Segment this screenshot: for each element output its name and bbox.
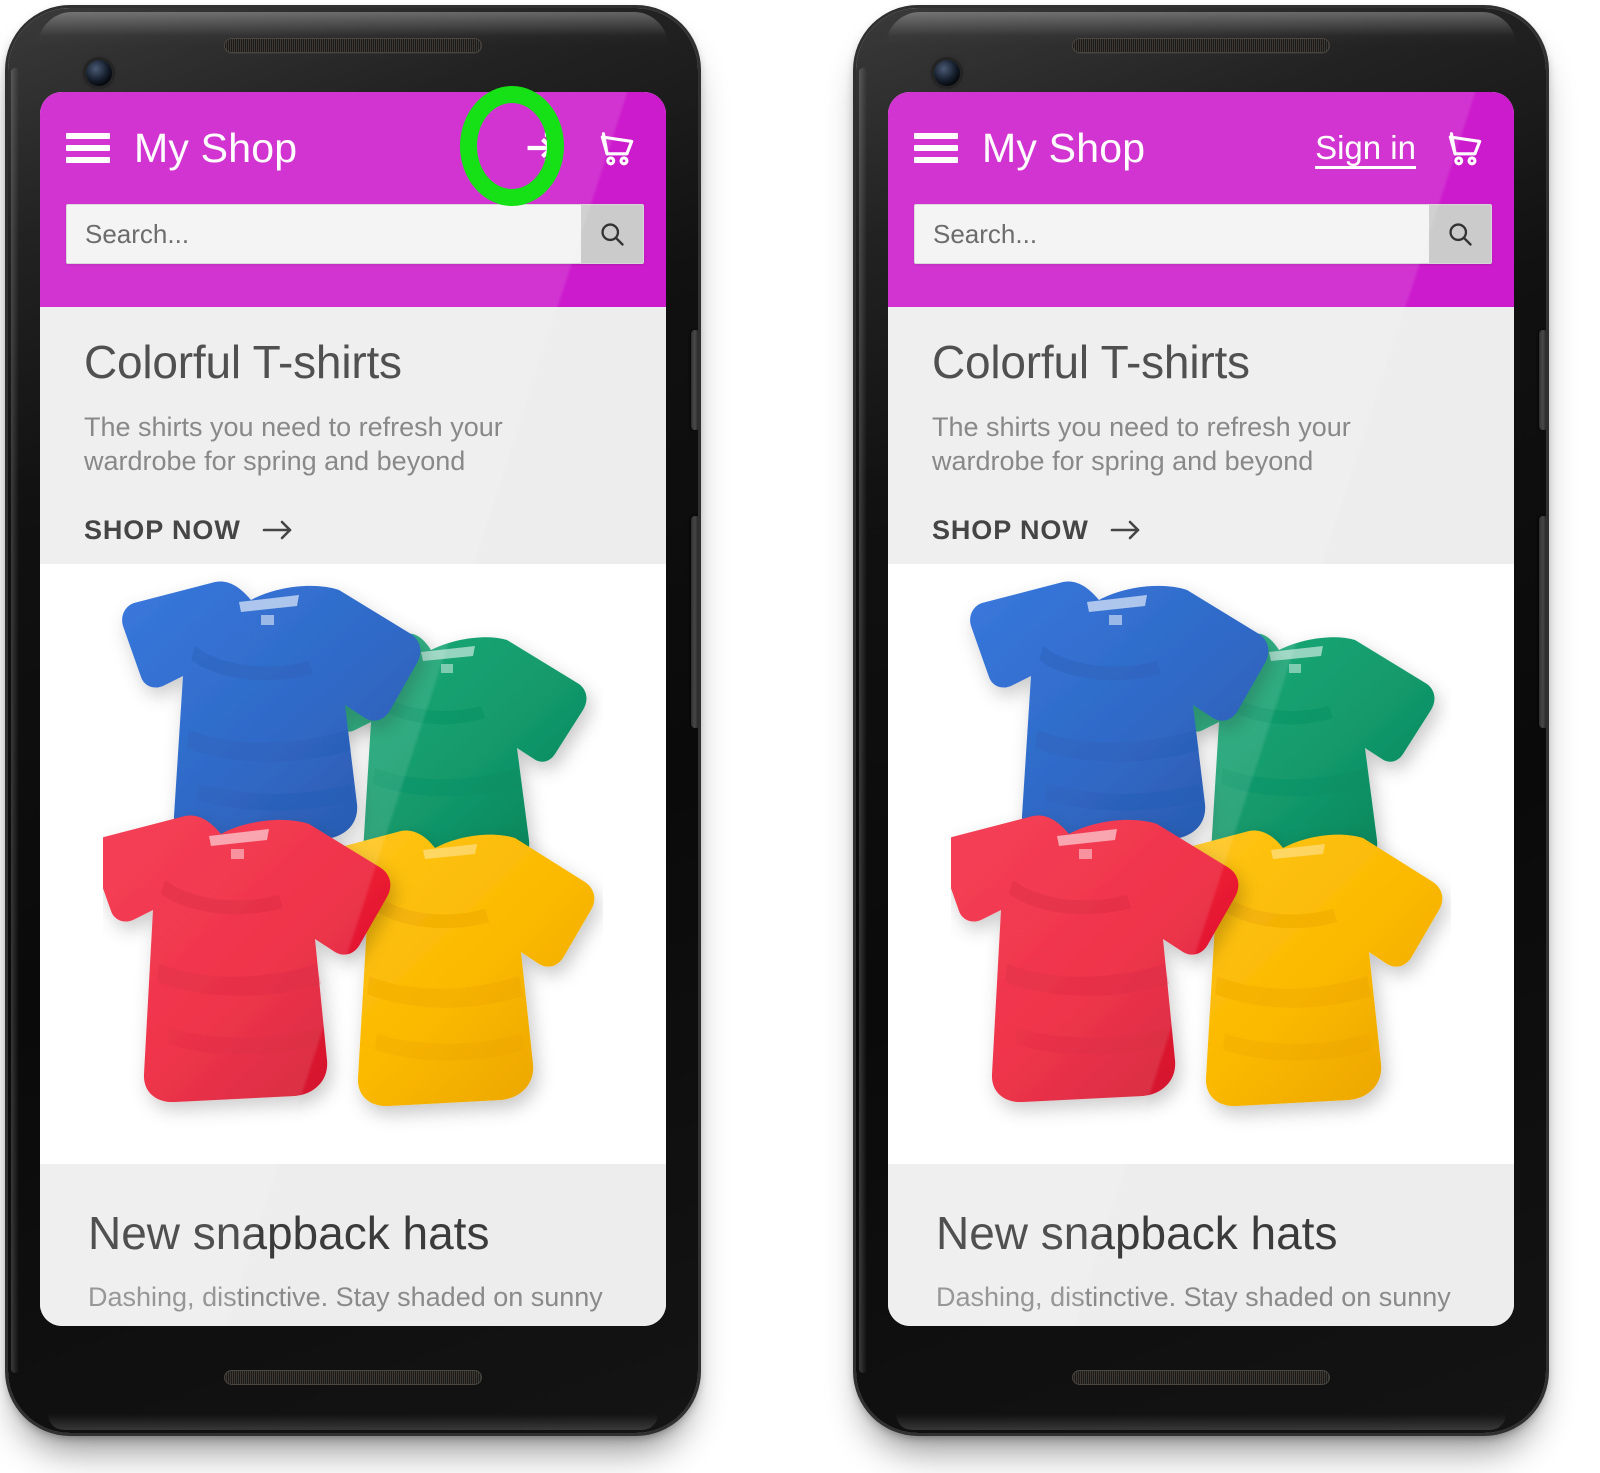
app-title: My Shop xyxy=(982,124,1146,171)
app-title: My Shop xyxy=(134,124,298,171)
power-button[interactable] xyxy=(691,330,698,430)
page-content: Colorful T-shirts The shirts you need to… xyxy=(888,307,1514,1326)
hero-subtitle: The shirts you need to refresh your ward… xyxy=(932,412,1351,476)
search-input[interactable] xyxy=(67,205,581,263)
phone-rim-side-highlight xyxy=(859,68,867,1373)
search-submit-button[interactable] xyxy=(581,205,643,263)
search-submit-button[interactable] xyxy=(1429,205,1491,263)
shop-now-button[interactable]: SHOP NOW xyxy=(888,479,1514,546)
app-bar-actions xyxy=(522,125,644,171)
page-title: Colorful T-shirts xyxy=(932,336,1250,388)
hamburger-menu-icon[interactable] xyxy=(66,133,110,163)
front-camera-icon xyxy=(934,60,960,86)
app-bar: My Shop xyxy=(40,92,666,307)
hero-subtitle: The shirts you need to refresh your ward… xyxy=(84,412,503,476)
shopping-cart-icon[interactable] xyxy=(594,125,640,171)
phone-rim-bottom-highlight xyxy=(896,1414,1506,1430)
search-row xyxy=(40,204,666,264)
phone-screen-right: My Shop Sign in Search... Colorful T-shi… xyxy=(888,92,1514,1326)
hamburger-menu-icon[interactable] xyxy=(914,133,958,163)
secondary-subtitle: Dashing, distinctive. Stay shaded on sun… xyxy=(936,1281,1451,1312)
phone-rim-side-highlight xyxy=(11,68,19,1373)
secondary-title: New snapback hats xyxy=(936,1206,1338,1259)
login-arrow-icon[interactable] xyxy=(522,125,568,171)
hero-product-image xyxy=(888,563,1514,1164)
search-input[interactable] xyxy=(915,205,1429,263)
secondary-title: New snapback hats xyxy=(88,1206,490,1259)
phone-device-right: My Shop Sign in Search... Colorful T-shi… xyxy=(856,8,1546,1433)
page-title: Colorful T-shirts xyxy=(84,336,402,388)
hero-section: Colorful T-shirts The shirts you need to… xyxy=(40,307,666,546)
earpiece-speaker-grille xyxy=(1072,38,1330,53)
volume-rocker-button[interactable] xyxy=(691,516,698,728)
phone-rim-bottom-highlight xyxy=(48,1414,658,1430)
tshirts-photo xyxy=(951,580,1443,1106)
app-bar: My Shop Sign in xyxy=(888,92,1514,307)
app-bar-row: My Shop Sign in xyxy=(888,92,1514,204)
shop-now-button[interactable]: SHOP NOW xyxy=(40,479,666,546)
secondary-section: New snapback hats Dashing, distinctive. … xyxy=(888,1163,1514,1313)
earpiece-speaker-grille xyxy=(224,38,482,53)
power-button[interactable] xyxy=(1539,330,1546,430)
hero-section: Colorful T-shirts The shirts you need to… xyxy=(888,307,1514,546)
phone-device-left: My Shop Search... Colorful T-shirts The … xyxy=(8,8,698,1433)
arrow-right-icon xyxy=(1110,520,1140,540)
page-content: Colorful T-shirts The shirts you need to… xyxy=(40,307,666,1326)
volume-rocker-button[interactable] xyxy=(1539,516,1546,728)
bottom-speaker-grille xyxy=(1072,1370,1330,1385)
comparison-stage: My Shop Search... Colorful T-shirts The … xyxy=(0,0,1600,1473)
phone-screen-left: My Shop Search... Colorful T-shirts The … xyxy=(40,92,666,1326)
secondary-subtitle: Dashing, distinctive. Stay shaded on sun… xyxy=(88,1281,603,1312)
search-row xyxy=(888,204,1514,264)
front-camera-icon xyxy=(86,60,112,86)
sign-in-link[interactable]: Sign in xyxy=(1315,129,1416,167)
shop-now-label: SHOP NOW xyxy=(84,514,241,545)
secondary-section: New snapback hats Dashing, distinctive. … xyxy=(40,1163,666,1313)
bottom-speaker-grille xyxy=(224,1370,482,1385)
hero-product-image xyxy=(40,563,666,1164)
search-bar[interactable] xyxy=(914,204,1492,264)
app-bar-row: My Shop xyxy=(40,92,666,204)
app-bar-actions: Sign in xyxy=(1315,125,1492,171)
arrow-right-icon xyxy=(262,520,292,540)
search-bar[interactable] xyxy=(66,204,644,264)
tshirts-photo xyxy=(103,580,595,1106)
shopping-cart-icon[interactable] xyxy=(1442,125,1488,171)
shop-now-label: SHOP NOW xyxy=(932,514,1089,545)
